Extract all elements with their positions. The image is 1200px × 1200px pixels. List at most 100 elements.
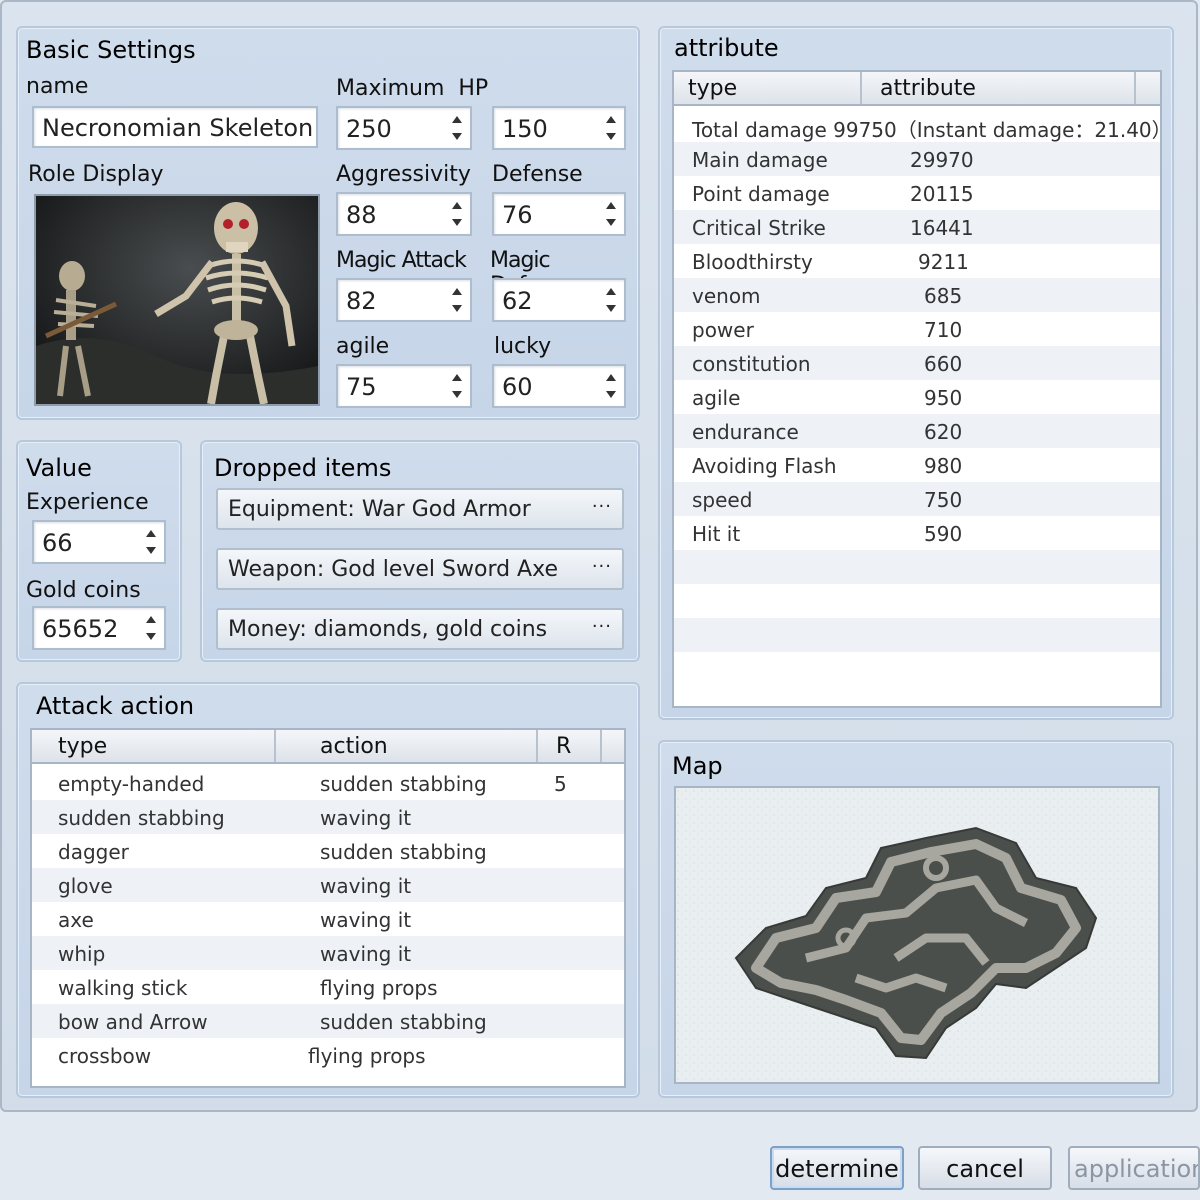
table-row[interactable]: axe waving it <box>32 902 624 936</box>
agile-stepper[interactable]: 75 <box>336 364 472 408</box>
attack-action-cell: flying props <box>308 1044 426 1068</box>
dropped-money-button[interactable]: Money: diamonds, gold coins ··· <box>216 608 624 650</box>
attribute-value-cell: 620 <box>924 420 963 444</box>
lucky-label: lucky <box>494 334 552 359</box>
aggressivity-stepper[interactable]: 88 <box>336 192 472 236</box>
dropped-equipment-button[interactable]: Equipment: War God Armor ··· <box>216 488 624 530</box>
defense-stepper[interactable]: 76 <box>492 192 626 236</box>
attack-r-cell: 5 <box>554 772 567 796</box>
determine-button[interactable]: determine <box>770 1146 904 1190</box>
hp-stepper[interactable]: 150 <box>492 106 626 150</box>
attribute-type-cell: Main damage <box>692 148 828 172</box>
table-row[interactable]: agile 950 <box>674 380 1160 414</box>
total-damage-row[interactable]: Total damage 99750（Instant damage：21.40） <box>674 108 1160 142</box>
aggressivity-value: 88 <box>346 201 377 229</box>
map-view[interactable] <box>674 786 1160 1084</box>
column-header-action[interactable]: action <box>276 730 538 762</box>
magic-attack-stepper[interactable]: 82 <box>336 278 472 322</box>
table-row[interactable]: Bloodthirsty 9211 <box>674 244 1160 278</box>
lucky-stepper[interactable]: 60 <box>492 364 626 408</box>
spin-arrows-icon[interactable] <box>144 612 158 644</box>
spin-arrows-icon[interactable] <box>604 112 618 144</box>
attribute-value-cell: 660 <box>924 352 963 376</box>
dropped-weapon-button[interactable]: Weapon: God level Sword Axe ··· <box>216 548 624 590</box>
table-row[interactable]: Point damage 20115 <box>674 176 1160 210</box>
attribute-type-cell: Avoiding Flash <box>692 454 837 478</box>
maximum-hp-stepper[interactable]: 250 <box>336 106 472 150</box>
table-row[interactable]: empty-handed sudden stabbing 5 <box>32 766 624 800</box>
attribute-value-cell: 29970 <box>910 148 974 172</box>
table-row[interactable]: Hit it 590 <box>674 516 1160 550</box>
table-row[interactable]: sudden stabbing waving it <box>32 800 624 834</box>
value-panel: Value Experience 66 Gold coins 65652 <box>16 440 182 662</box>
table-row[interactable]: speed 750 <box>674 482 1160 516</box>
attack-action-title: Attack action <box>36 692 195 720</box>
table-row[interactable]: Critical Strike 16441 <box>674 210 1160 244</box>
attribute-type-cell: Point damage <box>692 182 830 206</box>
table-row[interactable]: crossbow flying props <box>32 1038 624 1072</box>
table-row[interactable]: Avoiding Flash 980 <box>674 448 1160 482</box>
defense-value: 76 <box>502 201 533 229</box>
table-row[interactable]: bow and Arrow sudden stabbing <box>32 1004 624 1038</box>
table-row[interactable]: venom 685 <box>674 278 1160 312</box>
experience-value: 66 <box>42 529 73 557</box>
attack-action-cell: waving it <box>320 942 412 966</box>
attribute-value-cell: 750 <box>924 488 963 512</box>
dropped-money-label: Money: diamonds, gold coins <box>228 617 548 642</box>
experience-stepper[interactable]: 66 <box>32 520 166 564</box>
column-header-type[interactable]: type <box>32 730 276 762</box>
spin-arrows-icon[interactable] <box>450 198 464 230</box>
table-row[interactable]: constitution 660 <box>674 346 1160 380</box>
attribute-type-cell: Critical Strike <box>692 216 826 240</box>
attribute-type-cell: constitution <box>692 352 811 376</box>
attack-type-cell: crossbow <box>58 1044 152 1068</box>
maximum-hp-value: 250 <box>346 115 392 143</box>
attack-type-cell: empty-handed <box>58 772 205 796</box>
more-icon[interactable]: ··· <box>592 496 612 517</box>
empty-row <box>674 584 1160 618</box>
basic-settings-title: Basic Settings <box>26 36 196 64</box>
attack-action-cell: sudden stabbing <box>320 772 487 796</box>
spin-arrows-icon[interactable] <box>604 198 618 230</box>
spin-arrows-icon[interactable] <box>604 284 618 316</box>
magic-attack-label: Magic Attack <box>336 248 467 273</box>
spin-arrows-icon[interactable] <box>144 526 158 558</box>
spin-arrows-icon[interactable] <box>450 284 464 316</box>
table-row[interactable]: glove waving it <box>32 868 624 902</box>
application-button[interactable]: application <box>1068 1146 1200 1190</box>
spin-arrows-icon[interactable] <box>450 112 464 144</box>
attribute-type-cell: speed <box>692 488 753 512</box>
cancel-button[interactable]: cancel <box>918 1146 1052 1190</box>
dropped-equipment-label: Equipment: War God Armor <box>228 497 531 522</box>
name-field[interactable]: Necronomian Skeleton <box>32 106 318 148</box>
maximum-hp-label: Maximum HP <box>336 76 489 101</box>
more-icon[interactable]: ··· <box>592 616 612 637</box>
table-row[interactable]: power 710 <box>674 312 1160 346</box>
table-row[interactable]: endurance 620 <box>674 414 1160 448</box>
table-row[interactable]: dagger sudden stabbing <box>32 834 624 868</box>
magic-defense-stepper[interactable]: 62 <box>492 278 626 322</box>
skeleton-image <box>36 196 318 404</box>
table-row[interactable]: whip waving it <box>32 936 624 970</box>
attack-type-cell: walking stick <box>58 976 188 1000</box>
attack-action-table: type action R empty-handed sudden stabbi… <box>30 728 626 1088</box>
gold-coins-stepper[interactable]: 65652 <box>32 606 166 650</box>
gold-coins-value: 65652 <box>42 615 119 643</box>
table-row[interactable]: walking stick flying props <box>32 970 624 1004</box>
column-header-r[interactable]: R <box>538 730 602 762</box>
attack-type-cell: dagger <box>58 840 129 864</box>
attack-type-cell: sudden stabbing <box>58 806 225 830</box>
magic-attack-value: 82 <box>346 287 377 315</box>
column-header-attribute[interactable]: attribute <box>862 72 1136 104</box>
spin-arrows-icon[interactable] <box>450 370 464 402</box>
role-display-label: Role Display <box>28 162 164 187</box>
attack-table-header: type action R <box>32 730 624 764</box>
column-header-type[interactable]: type <box>674 72 862 104</box>
attribute-value-cell: 16441 <box>910 216 974 240</box>
attribute-type-cell: agile <box>692 386 741 410</box>
magic-defense-value: 62 <box>502 287 533 315</box>
table-row[interactable]: Main damage 29970 <box>674 142 1160 176</box>
more-icon[interactable]: ··· <box>592 556 612 577</box>
attribute-value-cell: 685 <box>924 284 963 308</box>
spin-arrows-icon[interactable] <box>604 370 618 402</box>
